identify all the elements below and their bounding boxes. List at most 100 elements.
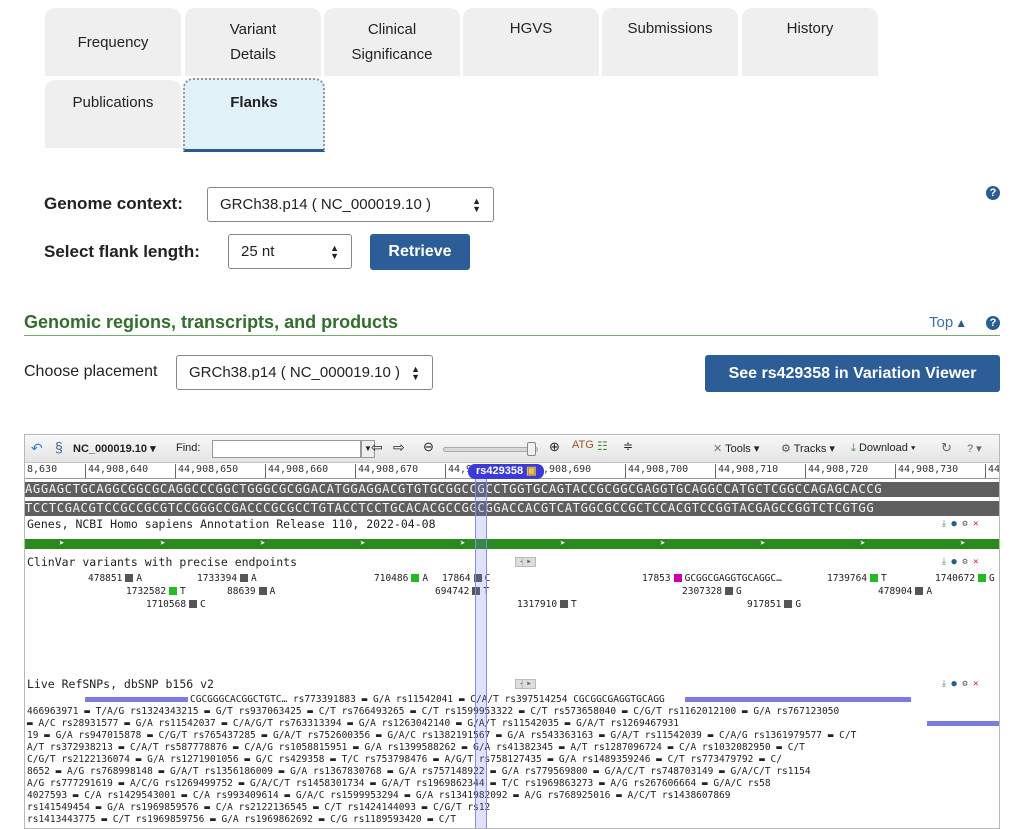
- section-title: Genomic regions, transcripts, and produc…: [24, 312, 399, 332]
- zoom-out-icon[interactable]: ⊖: [423, 439, 434, 455]
- track-next-button[interactable]: ▶: [522, 557, 536, 567]
- gear-icon: ⚙: [781, 443, 791, 455]
- clinvar-variant[interactable]: 1740672 G: [935, 573, 995, 584]
- genome-context-value: GRCh38.p14 ( NC_000019.10 ): [220, 196, 431, 213]
- variant-highlight: [475, 479, 487, 828]
- viewer-help-menu[interactable]: ? ▾: [967, 442, 982, 455]
- snp-range-bar[interactable]: [927, 721, 999, 726]
- sequence-viewer[interactable]: ↶ § NC_000019.10 ▾ Find: ▼ ⇦ ⇨ ⊖ ⊕ ATG ☷…: [24, 434, 1000, 829]
- variant-marker[interactable]: rs429358 ▣: [468, 464, 544, 479]
- clinvar-variant[interactable]: 17853 GCGGCGAGGTGCAGGC…: [642, 573, 782, 584]
- zoom-in-icon[interactable]: ⊕: [549, 439, 560, 455]
- wrench-icon: ✕: [713, 443, 723, 455]
- tab-label: Flanks: [230, 94, 278, 111]
- snp-row[interactable]: 4027593 ▬ C/A rs1429543001 ▬ C/A rs99340…: [27, 790, 731, 801]
- tab-label: Clinical Significance: [351, 21, 433, 63]
- find-input[interactable]: [212, 440, 361, 458]
- pan-left-icon[interactable]: ⇦: [371, 439, 383, 456]
- flank-length-label: Select flank length:: [44, 242, 200, 261]
- clinvar-variant[interactable]: 88639 A: [227, 586, 275, 597]
- accession-selector[interactable]: NC_000019.10 ▾: [73, 442, 156, 455]
- tab-frequency[interactable]: Frequency: [45, 8, 181, 76]
- track-controls-icons[interactable]: ⤓ ● ⚙ ✕: [942, 679, 979, 689]
- snp-row[interactable]: ▬ A/C rs28931577 ▬ G/A rs11542037 ▬ C/A/…: [27, 718, 679, 729]
- clinvar-variant[interactable]: 1733394 A: [197, 573, 257, 584]
- ruler-tick: 44,908,720: [805, 464, 868, 478]
- tab-label: HGVS: [509, 20, 553, 37]
- top-link[interactable]: Top ▲: [929, 314, 967, 331]
- clinvar-variant[interactable]: 710486 A: [374, 573, 428, 584]
- section-help-icon[interactable]: ?: [986, 316, 1000, 330]
- zoom-slider-handle[interactable]: [527, 442, 536, 456]
- flank-length-select[interactable]: 25 nt ▲ ▼: [228, 234, 352, 269]
- ruler-tick: 44,908,650: [175, 464, 238, 478]
- snp-row[interactable]: A/G rs777291619 ▬ A/C/G rs1269499752 ▬ G…: [27, 778, 771, 789]
- tab-hgvs[interactable]: HGVS: [463, 8, 599, 76]
- zoom-slider[interactable]: [443, 447, 538, 452]
- tab-variant-details[interactable]: Variant Details: [185, 8, 321, 76]
- ruler-tick: 44,908,700: [625, 464, 688, 478]
- ruler-tick: 44,908,640: [85, 464, 148, 478]
- variant-marker-label: rs429358: [476, 465, 524, 477]
- placement-select[interactable]: GRCh38.p14 ( NC_000019.10 ) ▲ ▼: [176, 355, 433, 390]
- clinvar-variant[interactable]: 1710568 C: [146, 599, 206, 610]
- snp-row[interactable]: 19 ▬ G/A rs947015878 ▬ C/G/T rs765437285…: [27, 730, 856, 741]
- back-icon[interactable]: ↶: [31, 440, 43, 457]
- zoom-sequence-icon[interactable]: ATG: [572, 439, 594, 451]
- reload-icon[interactable]: ↻: [941, 440, 952, 456]
- snp-track-title: Live RefSNPs, dbSNP b156 v2: [27, 677, 214, 691]
- download-label: Download: [858, 442, 908, 454]
- clinvar-variant[interactable]: 1732582 T: [126, 586, 186, 597]
- reverse-sequence: TCCTCGACGTCCGCCGCGTCCGGGCCGACCCGCGCCTGTA…: [25, 501, 999, 516]
- retrieve-button[interactable]: Retrieve: [370, 234, 470, 270]
- tools-label: Tools: [725, 443, 751, 455]
- snp-row[interactable]: 466963971 ▬ T/A/G rs1324343215 ▬ G/T rs9…: [27, 706, 839, 717]
- select-arrows-icon: ▲ ▼: [411, 363, 420, 382]
- track-controls-icons[interactable]: ⤓ ● ⚙ ✕: [942, 557, 979, 567]
- tools-menu[interactable]: ✕ Tools ▾: [713, 442, 759, 455]
- genome-context-select[interactable]: GRCh38.p14 ( NC_000019.10 ) ▲ ▼: [207, 187, 494, 222]
- snp-row[interactable]: 8652 ▬ A/G rs768998148 ▬ G/A/T rs1356186…: [27, 766, 811, 777]
- find-label: Find:: [176, 442, 201, 454]
- clinvar-variant[interactable]: 2307328 G: [682, 586, 742, 597]
- placement-label: Choose placement: [24, 363, 158, 380]
- help-icon[interactable]: ?: [986, 186, 1000, 200]
- download-menu[interactable]: ⤓ Download ▾: [851, 442, 916, 455]
- tab-clinical-significance[interactable]: Clinical Significance: [324, 8, 460, 76]
- gene-feature[interactable]: ➤ ➤ ➤ ➤ ➤ ➤ ➤ ➤ ➤ ➤: [25, 539, 999, 549]
- select-arrows-icon: ▲ ▼: [330, 242, 339, 261]
- clinvar-variant[interactable]: 917851 G: [747, 599, 801, 610]
- tab-label: Submissions: [627, 20, 713, 37]
- lock-icon: ▣: [526, 465, 537, 477]
- ruler-tick: 44,: [985, 464, 999, 478]
- tracks-config-icon[interactable]: ☷: [597, 439, 608, 453]
- clinvar-variant[interactable]: 478851 A: [88, 573, 142, 584]
- viewer-help-label: ?: [967, 443, 974, 455]
- clinvar-variant[interactable]: 478904 A: [878, 586, 932, 597]
- snp-row[interactable]: rs141549454 ▬ G/A rs1969859576 ▬ C/A rs2…: [27, 802, 490, 813]
- pan-right-icon[interactable]: ⇨: [393, 439, 405, 456]
- placement-value: GRCh38.p14 ( NC_000019.10 ): [189, 364, 400, 381]
- ruler-tick: 44,908,710: [715, 464, 778, 478]
- snp-row[interactable]: CGCGGGCACGGCTGTC… rs773391883 ▬ G/A rs11…: [190, 694, 665, 705]
- track-controls-icons[interactable]: ⤓ ● ⚙ ✕: [942, 519, 979, 529]
- clinvar-variant[interactable]: 1739764 T: [827, 573, 887, 584]
- snp-row[interactable]: C/G/T rs2122136074 ▬ G/A rs1271901056 ▬ …: [27, 754, 782, 765]
- snp-row[interactable]: rs1413443775 ▬ C/T rs1969859756 ▬ G/A rs…: [27, 814, 456, 825]
- tab-history[interactable]: History: [742, 8, 878, 76]
- ruler-tick: 44,908,670: [355, 464, 418, 478]
- clinvar-variant[interactable]: 1317910 T: [517, 599, 577, 610]
- tab-publications[interactable]: Publications: [45, 80, 181, 148]
- fit-icon[interactable]: ≑: [623, 439, 633, 453]
- variation-viewer-button[interactable]: See rs429358 in Variation Viewer: [705, 355, 1000, 392]
- tab-flanks[interactable]: Flanks: [183, 78, 325, 152]
- track-next-button[interactable]: ▶: [522, 679, 536, 689]
- forward-sequence: AGGAGCTGCAGGCGGCGCAGGCCCGGCTGGGCGCGGACAT…: [25, 482, 999, 497]
- section-divider: [24, 335, 1000, 336]
- flank-length-value: 25 nt: [241, 243, 275, 260]
- snp-range-bar[interactable]: [85, 697, 188, 702]
- snp-row[interactable]: A/T rs372938213 ▬ C/A/T rs587778876 ▬ C/…: [27, 742, 805, 753]
- tracks-menu[interactable]: ⚙ Tracks ▾: [781, 442, 835, 455]
- snp-range-bar[interactable]: [685, 697, 911, 702]
- tab-submissions[interactable]: Submissions: [602, 8, 738, 76]
